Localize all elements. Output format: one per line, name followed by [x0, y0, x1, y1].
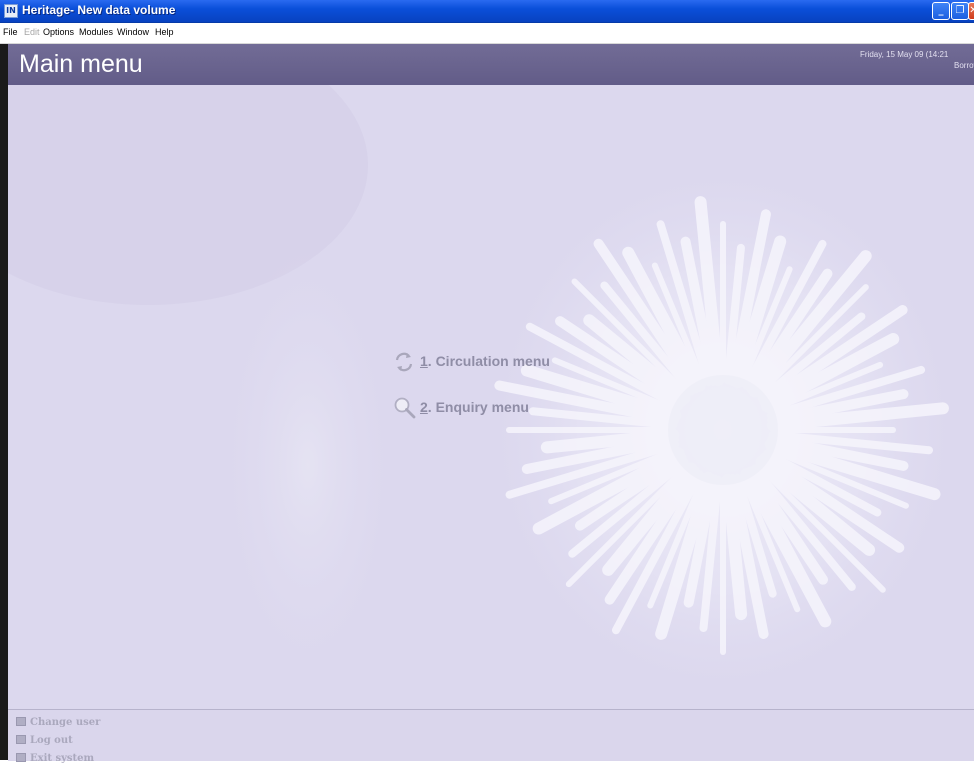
- close-button[interactable]: ✕: [968, 2, 974, 20]
- logout-icon: [16, 735, 26, 744]
- exit-icon: [16, 753, 26, 762]
- page-title: Main menu: [19, 50, 143, 78]
- maximize-button[interactable]: ❐: [951, 2, 969, 20]
- enquiry-menu-option[interactable]: 2. Enquiry menu: [393, 397, 529, 419]
- flower-background-image: [8, 85, 974, 709]
- window-titlebar[interactable]: IN Heritage- New data volume _ ❐ ✕: [0, 0, 974, 23]
- menu-file[interactable]: File: [3, 27, 18, 37]
- circulation-menu-option[interactable]: 1. Circulation menu: [393, 352, 550, 372]
- menu-modules[interactable]: Modules: [79, 27, 113, 37]
- change-user-button[interactable]: Change user: [16, 717, 100, 728]
- user-icon: [16, 717, 26, 726]
- date-time-label: Friday, 15 May 09 (14:21: [860, 50, 949, 59]
- menu-window[interactable]: Window: [117, 27, 149, 37]
- circulation-menu-number: 1. Circulation menu: [420, 353, 550, 369]
- exit-system-button[interactable]: Exit system: [16, 753, 94, 764]
- footer-panel: Change user Log out Exit system: [8, 709, 974, 764]
- menu-help[interactable]: Help: [155, 27, 174, 37]
- magnifier-icon: [394, 397, 416, 419]
- main-area: 1. Circulation menu 2. Enquiry menu: [8, 85, 974, 709]
- left-border: [0, 44, 8, 760]
- menu-bar: File Edit Options Modules Window Help: [0, 23, 974, 44]
- log-out-button[interactable]: Log out: [16, 735, 73, 746]
- refresh-icon: [395, 352, 413, 372]
- window-title: Heritage- New data volume: [22, 3, 176, 17]
- minimize-button[interactable]: _: [932, 2, 950, 20]
- app-logo-icon: IN: [4, 4, 18, 18]
- enquiry-menu-number: 2. Enquiry menu: [420, 399, 529, 415]
- menu-edit[interactable]: Edit: [24, 27, 40, 37]
- page-header: Main menu Friday, 15 May 09 (14:21 Borro…: [8, 44, 974, 85]
- menu-options[interactable]: Options: [43, 27, 74, 37]
- mode-label: Borrow: [954, 61, 974, 70]
